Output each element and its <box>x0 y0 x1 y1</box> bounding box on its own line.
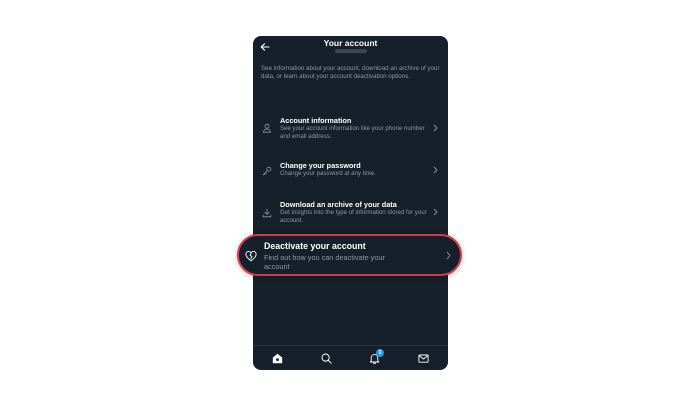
menu-item-title: Deactivate your account <box>264 241 366 251</box>
menu-item-deactivate-account[interactable]: Deactivate your account Find out how you… <box>237 234 462 276</box>
search-icon <box>321 353 332 364</box>
person-icon <box>261 122 272 133</box>
header: Your account <box>253 36 448 60</box>
menu-item-description: Find out how you can deactivate your acc… <box>264 253 385 271</box>
key-icon <box>261 165 272 176</box>
tab-search[interactable] <box>320 352 332 364</box>
notification-badge: 3 <box>376 349 384 357</box>
broken-heart-icon <box>244 249 257 262</box>
stage: Your account See information about your … <box>0 0 700 400</box>
menu-item-account-information[interactable]: Account information See your account inf… <box>253 114 448 146</box>
menu-item-description: See your account information like your p… <box>280 125 425 140</box>
menu-item-download-archive[interactable]: Download an archive of your data Get ins… <box>253 198 448 230</box>
chevron-right-icon <box>431 123 439 133</box>
chevron-right-icon <box>431 207 439 217</box>
tab-notifications[interactable]: 3 <box>368 349 384 364</box>
intro-text: See information about your account, down… <box>261 65 440 80</box>
menu-item-description: Change your password at any time. <box>280 170 376 177</box>
menu-item-description: Get insights into the type of informatio… <box>280 209 427 224</box>
phone-screen: Your account See information about your … <box>253 36 448 370</box>
tab-home[interactable] <box>271 352 283 364</box>
menu-item-title: Download an archive of your data <box>280 200 397 209</box>
menu-item-title: Account information <box>280 116 352 125</box>
page-title: Your account <box>323 38 378 48</box>
menu-item-title: Change your password <box>280 161 361 170</box>
chevron-right-icon <box>431 165 439 175</box>
download-icon <box>261 207 272 218</box>
home-icon <box>272 353 282 363</box>
bottom-tab-bar: 3 <box>253 345 448 370</box>
mail-icon <box>417 354 429 363</box>
account-handle-redacted <box>335 49 367 53</box>
chevron-right-icon <box>444 250 452 261</box>
menu-item-change-password[interactable]: Change your password Change your passwor… <box>253 159 448 183</box>
tab-messages[interactable] <box>417 352 429 364</box>
